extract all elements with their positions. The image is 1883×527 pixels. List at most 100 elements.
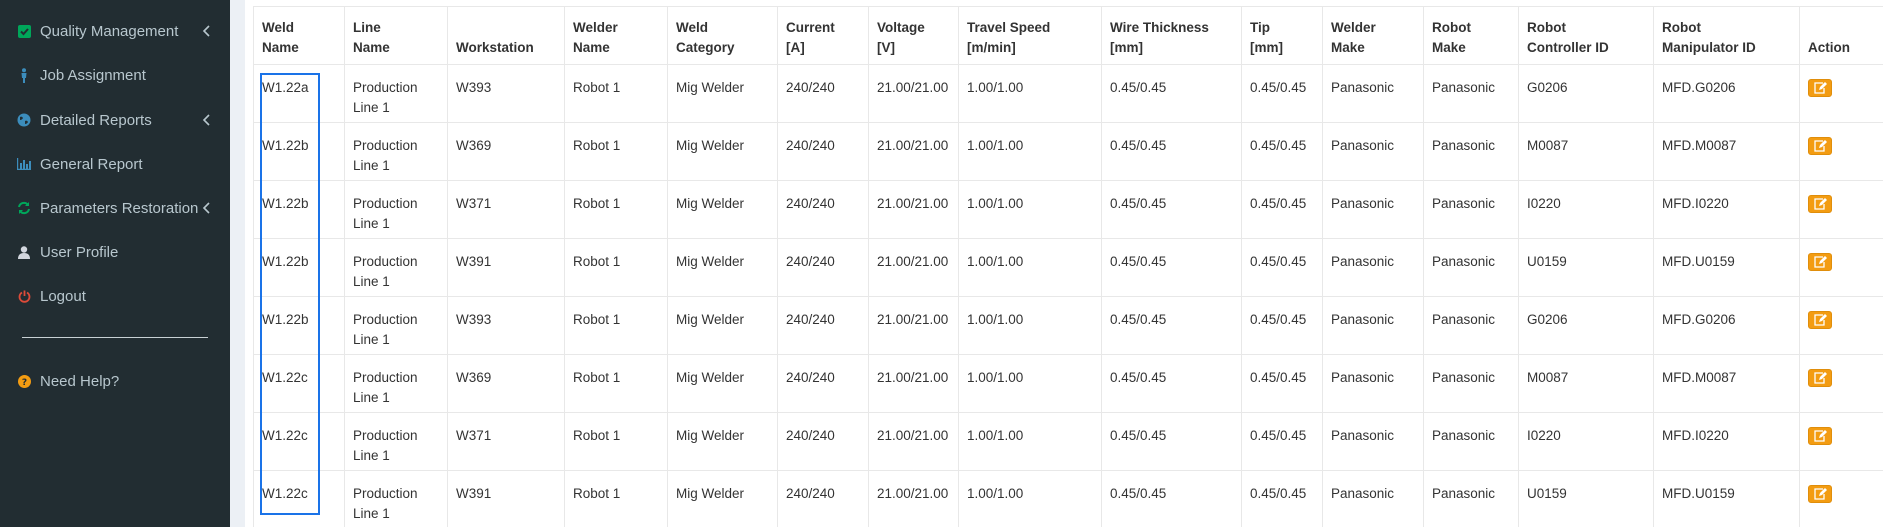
cell-voltage: 21.00/21.00	[868, 412, 959, 471]
column-header-workstation[interactable]: Workstation	[447, 6, 565, 65]
cell-text: MFD.U0159	[1662, 254, 1735, 269]
cell-text: 21.00/21.00	[877, 254, 949, 269]
cell-text: Panasonic	[1432, 312, 1496, 327]
cell-text: 21.00/21.00	[877, 312, 949, 327]
column-header-voltage[interactable]: Voltage [V]	[868, 6, 959, 65]
column-header-current[interactable]: Current [A]	[777, 6, 869, 65]
column-header-wire-thickness[interactable]: Wire Thickness [mm]	[1101, 6, 1242, 65]
column-header-weld-name[interactable]: Weld Name	[253, 6, 345, 65]
sidebar-item-label: Parameters Restoration	[40, 199, 199, 217]
column-header-line-name[interactable]: Line Name	[344, 6, 448, 65]
sidebar-item-logout[interactable]: Logout	[0, 276, 230, 316]
user-icon	[17, 245, 31, 259]
cell-tip: 0.45/0.45	[1241, 122, 1323, 181]
cell-weld-name: W1.22c	[253, 354, 345, 413]
column-header-robot-manipulator-id[interactable]: Robot Manipulator ID	[1653, 6, 1800, 65]
cell-text: Production	[353, 428, 418, 443]
cell-text: 0.45/0.45	[1250, 312, 1307, 327]
edit-button[interactable]	[1808, 427, 1832, 445]
column-header-weld-category[interactable]: Weld Category	[667, 6, 778, 65]
cell-text: 21.00/21.00	[877, 80, 949, 95]
sidebar-item-job-assignment[interactable]: Job Assignment	[0, 55, 230, 95]
sidebar-item-detailed-reports[interactable]: Detailed Reports	[0, 100, 230, 140]
cell-text: Panasonic	[1432, 370, 1496, 385]
edit-button[interactable]	[1808, 253, 1832, 271]
column-header-robot-make[interactable]: Robot Make	[1423, 6, 1519, 65]
edit-icon	[1814, 140, 1827, 152]
cell-workstation: W391	[447, 470, 565, 527]
column-header-action[interactable]: Action	[1799, 6, 1883, 65]
cell-text: 1.00/1.00	[967, 80, 1024, 95]
cell-text: Robot 1	[573, 428, 621, 443]
table-panel: Weld Name Line Name Workstation Welder Name Wel…	[245, 0, 1883, 527]
cell-workstation: W369	[447, 122, 565, 181]
sidebar-item-need-help[interactable]: ? Need Help?	[0, 361, 230, 401]
column-header-label: Category	[676, 40, 735, 55]
edit-button[interactable]	[1808, 369, 1832, 387]
cell-welder-make: Panasonic	[1322, 180, 1424, 239]
cell-voltage: 21.00/21.00	[868, 238, 959, 297]
edit-button[interactable]	[1808, 195, 1832, 213]
sidebar-item-parameters-restoration[interactable]: Parameters Restoration	[0, 188, 230, 228]
cell-text: Robot 1	[573, 196, 621, 211]
cell-wire-thickness: 0.45/0.45	[1101, 238, 1242, 297]
cell-robot-manipulator-id: MFD.I0220	[1653, 412, 1800, 471]
cell-text: Panasonic	[1331, 196, 1395, 211]
cell-robot-controller-id: G0206	[1518, 64, 1654, 123]
cell-text: Robot 1	[573, 486, 621, 501]
cell-current: 240/240	[777, 412, 869, 471]
cell-text: Mig Welder	[676, 254, 745, 269]
sidebar-item-user-profile[interactable]: User Profile	[0, 232, 230, 272]
cell-weld-category: Mig Welder	[667, 470, 778, 527]
cell-text: 1.00/1.00	[967, 312, 1024, 327]
edit-icon	[1814, 372, 1827, 384]
edit-button[interactable]	[1808, 79, 1832, 97]
edit-icon	[1814, 82, 1827, 94]
cell-text: Production	[353, 254, 418, 269]
edit-button[interactable]	[1808, 137, 1832, 155]
cell-line-name: Production Line 1	[344, 296, 448, 355]
cell-weld-category: Mig Welder	[667, 122, 778, 181]
edit-button[interactable]	[1808, 311, 1832, 329]
cell-text: Panasonic	[1331, 80, 1395, 95]
edit-button[interactable]	[1808, 485, 1832, 503]
cell-text: MFD.U0159	[1662, 486, 1735, 501]
cell-text: 21.00/21.00	[877, 486, 949, 501]
sidebar-divider	[22, 337, 208, 338]
cell-robot-controller-id: U0159	[1518, 238, 1654, 297]
cell-text: 0.45/0.45	[1110, 196, 1167, 211]
column-header-label: Workstation	[456, 40, 534, 55]
cell-text: W369	[456, 370, 492, 385]
cell-current: 240/240	[777, 180, 869, 239]
table-row: W1.22c Production Line 1 W391 Robot 1 Mig Wel…	[253, 470, 1883, 527]
cell-text: Panasonic	[1432, 428, 1496, 443]
cell-robot-manipulator-id: MFD.U0159	[1653, 470, 1800, 527]
cell-text: 0.45/0.45	[1110, 80, 1167, 95]
cell-text: W1.22a	[262, 80, 309, 95]
column-header-label: Welder	[573, 20, 618, 35]
cell-text: 240/240	[786, 428, 835, 443]
cell-weld-name: W1.22c	[253, 470, 345, 527]
sidebar-item-general-report[interactable]: General Report	[0, 144, 230, 184]
cell-text: Production	[353, 486, 418, 501]
cell-current: 240/240	[777, 296, 869, 355]
cell-action	[1799, 412, 1883, 471]
column-header-tip[interactable]: Tip [mm]	[1241, 6, 1323, 65]
column-header-welder-make[interactable]: Welder Make	[1322, 6, 1424, 65]
cell-text: Panasonic	[1331, 254, 1395, 269]
cell-travel-speed: 1.00/1.00	[958, 238, 1102, 297]
cell-robot-make: Panasonic	[1423, 122, 1519, 181]
weld-parameters-table: Weld Name Line Name Workstation Welder Name Wel…	[253, 6, 1883, 527]
table-row: W1.22b Production Line 1 W393 Robot 1 Mig Wel…	[253, 296, 1883, 355]
cell-text: W371	[456, 428, 492, 443]
cell-weld-name: W1.22b	[253, 122, 345, 181]
column-header-welder-name[interactable]: Welder Name	[564, 6, 668, 65]
cell-action	[1799, 354, 1883, 413]
column-header-robot-controller-id[interactable]: Robot Controller ID	[1518, 6, 1654, 65]
cell-text: MFD.M0087	[1662, 370, 1737, 385]
column-header-travel-speed[interactable]: Travel Speed [m/min]	[958, 6, 1102, 65]
cell-text: Panasonic	[1331, 428, 1395, 443]
sidebar-item-quality-management[interactable]: Quality Management	[0, 11, 230, 51]
globe-icon	[17, 113, 31, 127]
cell-tip: 0.45/0.45	[1241, 354, 1323, 413]
